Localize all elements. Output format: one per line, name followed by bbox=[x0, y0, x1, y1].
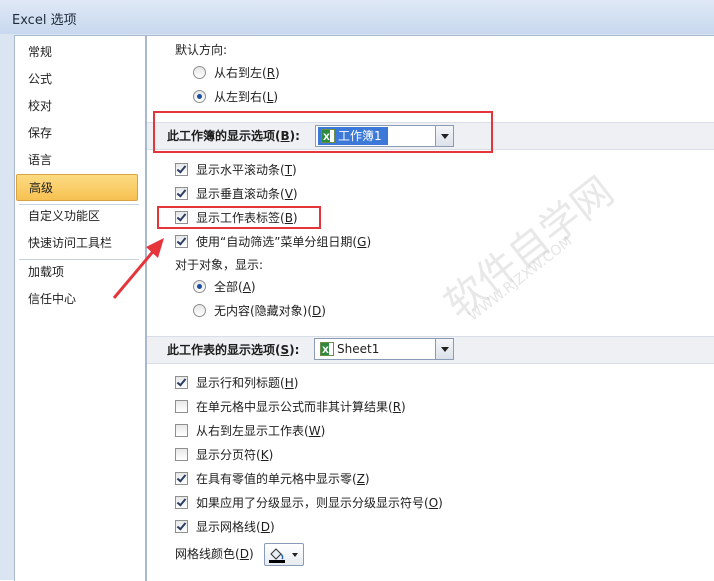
option-sheet-right-to-left[interactable]: 从右到左显示工作表(W) bbox=[175, 421, 325, 441]
sidebar-item-proofing[interactable]: 校对 bbox=[16, 93, 138, 120]
sidebar-item-formulas[interactable]: 公式 bbox=[16, 66, 138, 93]
radio-all-indicator[interactable] bbox=[193, 280, 206, 293]
sidebar-item-general[interactable]: 常规 bbox=[16, 39, 138, 66]
sidebar-item-save[interactable]: 保存 bbox=[16, 120, 138, 147]
excel-sheet-icon bbox=[320, 342, 334, 360]
checkbox-indicator[interactable] bbox=[175, 235, 188, 248]
watermark-text: 软件自学网 bbox=[436, 168, 623, 328]
checkbox-indicator[interactable] bbox=[175, 187, 188, 200]
highlight-box-workbook-select bbox=[153, 111, 493, 153]
sidebar-item-advanced[interactable]: 高级 bbox=[16, 174, 138, 201]
direction-ltr-radio[interactable]: 从左到右(L) bbox=[193, 87, 278, 107]
sheet-section-label: 此工作表的显示选项(S): bbox=[167, 343, 300, 357]
checkbox-indicator[interactable] bbox=[175, 520, 188, 533]
gridline-color-label: 网格线颜色(D) bbox=[175, 547, 254, 561]
title-bar: Excel 选项 bbox=[0, 0, 714, 35]
window-title: Excel 选项 bbox=[12, 13, 77, 28]
radio-ltr-indicator[interactable] bbox=[193, 90, 206, 103]
radio-none-indicator[interactable] bbox=[193, 304, 206, 317]
option-show-zero-values[interactable]: 在具有零值的单元格中显示零(Z) bbox=[175, 469, 370, 489]
watermark-url: WWW.RJZXW.COM bbox=[465, 233, 576, 325]
default-direction-label: 默认方向: bbox=[175, 43, 228, 57]
option-show-formulas[interactable]: 在单元格中显示公式而非其计算结果(R) bbox=[175, 397, 406, 417]
sidebar-item-language[interactable]: 语言 bbox=[16, 147, 138, 174]
options-sidebar: 常规 公式 校对 保存 语言 高级 自定义功能区 快速访问工具栏 加载项 信任中… bbox=[14, 35, 146, 581]
radio-rtl-indicator[interactable] bbox=[193, 66, 206, 79]
option-show-row-column-headers[interactable]: 显示行和列标题(H) bbox=[175, 373, 298, 393]
checkbox-indicator[interactable] bbox=[175, 424, 188, 437]
option-show-vertical-scrollbar[interactable]: 显示垂直滚动条(V) bbox=[175, 184, 298, 204]
direction-rtl-radio[interactable]: 从右到左(R) bbox=[193, 63, 280, 83]
objects-all-radio[interactable]: 全部(A) bbox=[193, 277, 256, 297]
option-group-dates-autofilter[interactable]: 使用“自动筛选”菜单分组日期(G) bbox=[175, 232, 371, 252]
objects-none-radio[interactable]: 无内容(隐藏对象)(D) bbox=[193, 301, 326, 321]
checkbox-indicator[interactable] bbox=[175, 163, 188, 176]
chevron-down-icon[interactable] bbox=[435, 339, 453, 359]
options-content: 默认方向: 从右到左(R) 从左到右(L) 此工作簿的显示选项(B): 工作簿1… bbox=[146, 35, 714, 581]
checkbox-indicator[interactable] bbox=[175, 376, 188, 389]
option-show-gridlines[interactable]: 显示网格线(D) bbox=[175, 517, 275, 537]
checkbox-indicator[interactable] bbox=[175, 400, 188, 413]
paint-bucket-icon bbox=[269, 548, 298, 563]
objects-display-label: 对于对象，显示: bbox=[175, 258, 264, 272]
option-show-horizontal-scrollbar[interactable]: 显示水平滚动条(T) bbox=[175, 160, 297, 180]
option-show-page-breaks[interactable]: 显示分页符(K) bbox=[175, 445, 273, 465]
highlight-box-sheet-tabs bbox=[157, 206, 321, 229]
option-show-outline-symbols[interactable]: 如果应用了分级显示，则显示分级显示符号(O) bbox=[175, 493, 443, 513]
checkbox-indicator[interactable] bbox=[175, 472, 188, 485]
checkbox-indicator[interactable] bbox=[175, 448, 188, 461]
annotation-arrow-icon bbox=[112, 238, 164, 299]
gridline-color-button[interactable] bbox=[264, 543, 304, 566]
sheet-select-value: Sheet1 bbox=[317, 340, 385, 360]
dialog-frame: 常规 公式 校对 保存 语言 高级 自定义功能区 快速访问工具栏 加载项 信任中… bbox=[0, 34, 714, 581]
sidebar-item-customize-ribbon[interactable]: 自定义功能区 bbox=[16, 203, 138, 230]
sheet-select[interactable]: Sheet1 bbox=[314, 338, 454, 360]
checkbox-indicator[interactable] bbox=[175, 496, 188, 509]
